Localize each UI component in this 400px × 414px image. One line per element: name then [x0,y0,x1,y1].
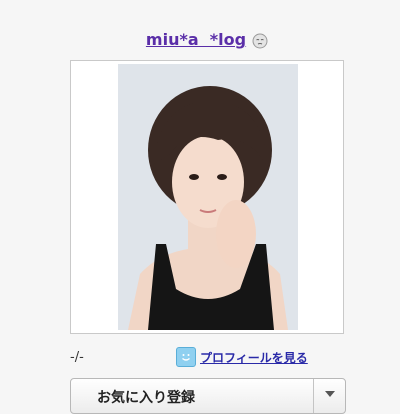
view-profile-link[interactable]: プロフィールを見る [176,347,308,367]
favorite-register-label[interactable]: お気に入り登録 [71,379,313,413]
favorite-register-button[interactable]: お気に入り登録 [70,378,346,414]
profile-photo-frame [70,60,344,334]
sleepy-face-icon [252,33,268,49]
view-profile-label[interactable]: プロフィールを見る [200,349,308,366]
blog-title-link[interactable]: miu*a *log [132,30,246,49]
status-text: -/- [70,350,84,365]
blog-header: miu*a *log [0,30,400,49]
smiley-face-icon [176,347,196,367]
caret-down-icon [324,391,335,397]
favorite-dropdown-toggle[interactable] [313,379,345,413]
profile-photo[interactable] [118,64,298,330]
